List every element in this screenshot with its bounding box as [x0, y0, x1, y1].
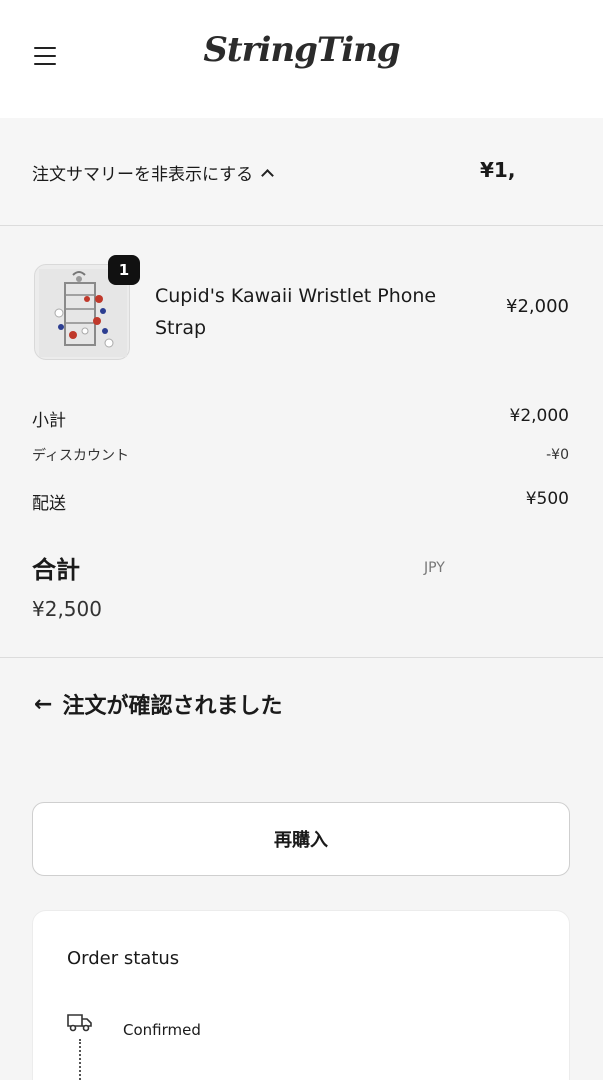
subtotal-value: ¥2,000: [509, 406, 569, 426]
status-step-label: Confirmed: [123, 1021, 201, 1039]
total-currency: JPY: [424, 560, 445, 576]
reorder-button[interactable]: 再購入: [32, 802, 570, 876]
quantity-badge: 1: [108, 255, 140, 285]
summary-total: ¥1,: [480, 158, 516, 182]
discount-label: ディスカウント: [32, 448, 130, 464]
brand-logo[interactable]: StringTing: [0, 30, 603, 70]
total-value: ¥2,500: [32, 597, 102, 621]
timeline-line: [79, 1039, 81, 1080]
confirmation-title: 注文が確認されました: [62, 694, 283, 719]
summary-toggle-label: 注文サマリーを非表示にする: [32, 165, 254, 185]
status-title: Order status: [67, 948, 180, 969]
section-divider: [0, 657, 603, 658]
hide-order-summary-toggle[interactable]: 注文サマリーを非表示にする: [32, 160, 275, 185]
chevron-up-icon: [261, 168, 275, 182]
shipping-value: ¥500: [525, 489, 569, 509]
confirmation-heading: ← 注文が確認されました: [34, 688, 282, 720]
order-status-card: Order status Confirmed: [32, 910, 570, 1080]
shipping-label: 配送: [32, 494, 66, 514]
header: StringTing: [0, 0, 603, 118]
arrow-left-icon[interactable]: ←: [34, 692, 52, 717]
product-price: ¥2,000: [506, 296, 569, 317]
order-summary-bar: 注文サマリーを非表示にする ¥1,: [0, 118, 603, 226]
total-label: 合計: [32, 556, 80, 584]
truck-icon: [67, 1014, 92, 1032]
discount-value: -¥0: [546, 447, 569, 463]
subtotal-label: 小計: [32, 411, 66, 431]
product-name: Cupid's Kawaii Wristlet Phone Strap: [155, 285, 437, 339]
